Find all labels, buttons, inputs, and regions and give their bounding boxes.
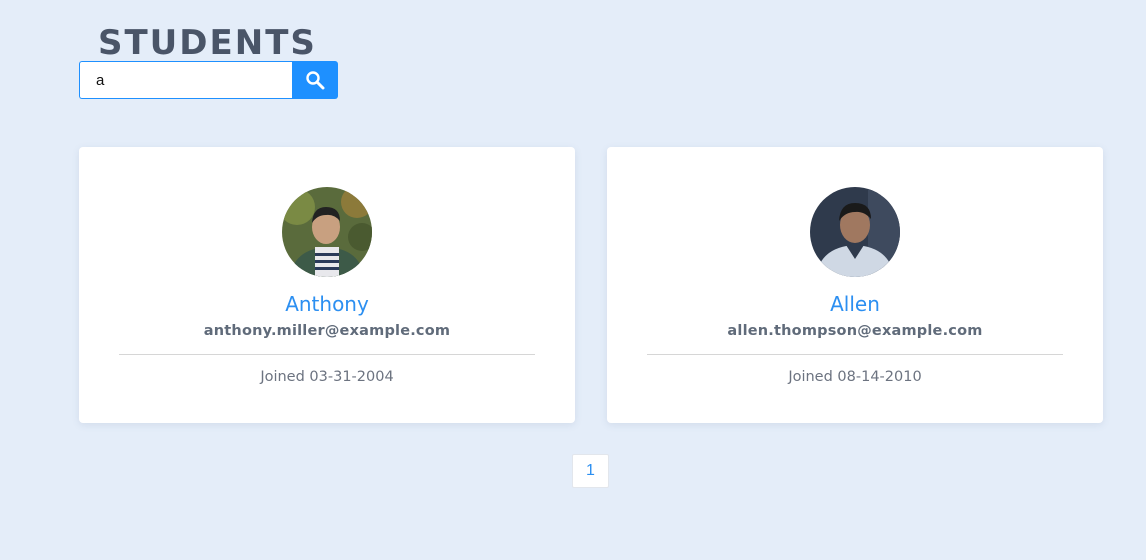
student-email: allen.thompson@example.com	[727, 323, 983, 339]
pagination-page-button[interactable]: 1	[572, 454, 609, 488]
divider	[119, 354, 535, 355]
divider	[647, 354, 1063, 355]
avatar	[282, 187, 372, 277]
joined-date: Joined 08-14-2010	[788, 369, 922, 385]
student-name[interactable]: Anthony	[79, 291, 575, 317]
avatar	[810, 187, 900, 277]
search-input[interactable]	[79, 61, 292, 99]
joined-date: Joined 03-31-2004	[260, 369, 394, 385]
search-button[interactable]	[292, 61, 338, 99]
student-name[interactable]: Allen	[607, 291, 1103, 317]
student-card: Anthony anthony.miller@example.com Joine…	[79, 147, 575, 423]
student-card: Allen allen.thompson@example.com Joined …	[607, 147, 1103, 423]
page-title: STUDENTS	[98, 23, 317, 63]
search-icon	[306, 71, 325, 90]
search-bar	[79, 61, 338, 99]
student-email: anthony.miller@example.com	[203, 323, 451, 339]
